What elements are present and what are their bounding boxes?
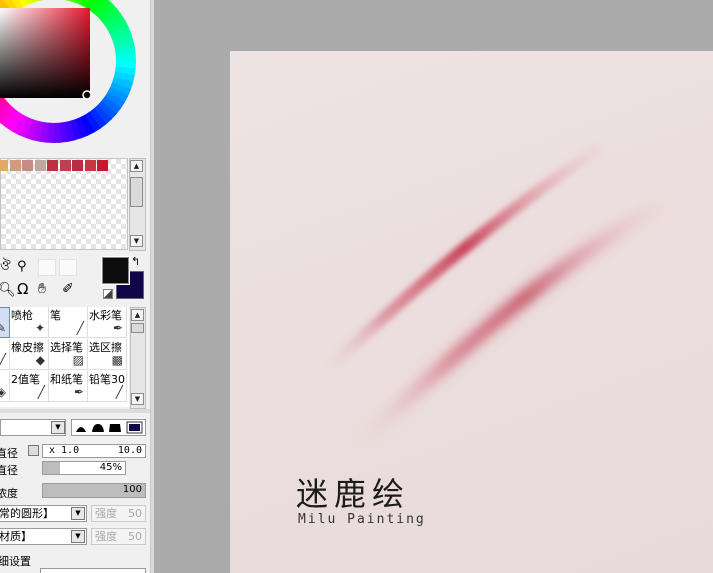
shape-strength-field: 强度 50 (91, 505, 146, 522)
palette-swatch[interactable] (59, 160, 71, 171)
min-size-label: 直径 (0, 464, 18, 477)
tool-preset-icon: ✒ (112, 321, 123, 335)
scroll-up-icon[interactable]: ▲ (131, 309, 144, 321)
canvas-subtitle: Milu Painting (298, 512, 426, 527)
tool-preset[interactable]: 和纸笔 ✒ (49, 371, 88, 402)
tool-scroll-thumb[interactable] (131, 323, 144, 333)
size-multiplier: x 1.0 (49, 445, 80, 456)
size-value: 10.0 (117, 445, 142, 456)
brush-stroke (343, 199, 667, 458)
tool-preset-label: 2值笔 (11, 373, 40, 386)
palette-swatch[interactable] (0, 160, 8, 171)
panel-splitter[interactable] (0, 409, 150, 413)
empty-tool-slot[interactable] (59, 259, 77, 276)
palette-swatch[interactable] (34, 160, 46, 171)
scroll-down-icon[interactable]: ▼ (131, 393, 144, 405)
chevron-down-icon[interactable]: ▼ (51, 421, 65, 434)
chevron-down-icon[interactable]: ▼ (71, 507, 85, 520)
empty-tool-slot[interactable] (38, 259, 56, 276)
tool-preset[interactable]: 选区擦 ▩ (88, 339, 127, 370)
drawing-canvas[interactable]: 迷鹿绘 Milu Painting (230, 51, 713, 573)
shape-strength-label: 强度 (95, 507, 117, 520)
shape-strength-value: 50 (128, 507, 142, 520)
tool-panel: ▲ ▼ ঔ ⚲ 🔍︎ Ω ✋︎ ✐ ↰ ✎喷枪✦笔╱水彩笔✒笔╱橡皮擦◆选择笔▨… (0, 0, 150, 573)
color-wheel[interactable] (0, 0, 142, 144)
tool-preset[interactable]: 笔╱ (0, 339, 10, 370)
swatch-palette[interactable] (0, 158, 128, 250)
texture-strength-value: 50 (128, 530, 142, 543)
brush-size-field[interactable]: x 1.0 10.0 (42, 444, 146, 458)
tool-preset-icon: ╱ (37, 385, 45, 399)
min-size-slider[interactable]: 45% (42, 461, 126, 475)
palette-swatch[interactable] (97, 160, 108, 171)
tool-preset-icon: ▩ (111, 353, 123, 367)
tool-preset[interactable]: 水彩笔 ✒ (88, 307, 127, 338)
min-size-value: 45% (99, 462, 122, 473)
lasso-icon[interactable]: ঔ (0, 259, 14, 275)
tool-preset[interactable]: 铅笔30 ╱ (88, 371, 127, 402)
min-size-fill (43, 462, 60, 474)
density-label: 浓度 (0, 487, 18, 500)
tool-preset-icon: ✎ (0, 322, 6, 334)
size-lock-checkbox[interactable] (28, 445, 39, 456)
tool-preset-icon: ✦ (34, 321, 45, 335)
hand-icon[interactable]: ✋︎ (38, 281, 46, 297)
foreground-color-swatch[interactable] (101, 256, 130, 285)
tool-preset-icon: ✒ (73, 385, 84, 399)
tool-preset[interactable]: 选择笔 ▨ (49, 339, 88, 370)
scroll-up-icon[interactable]: ▲ (130, 160, 143, 172)
palette-swatch[interactable] (84, 160, 96, 171)
tool-preset[interactable]: ✎ (0, 307, 10, 338)
tool-preset-icon: ╱ (76, 321, 84, 335)
brush-texture-value: 材质】 (0, 530, 32, 543)
magic-wand-icon[interactable]: ⚲ (17, 259, 35, 275)
palette-swatch[interactable] (47, 160, 58, 171)
brush-tip-selector[interactable] (71, 419, 146, 436)
tool-preset[interactable]: 笔╱ (49, 307, 88, 338)
texture-strength-field: 强度 50 (91, 528, 146, 545)
swap-arrows-icon[interactable]: ↰ (131, 256, 140, 268)
rotate-icon[interactable]: Ω (17, 281, 28, 297)
density-value: 100 (122, 484, 142, 495)
palette-swatch[interactable] (22, 160, 33, 171)
palette-swatch[interactable] (72, 160, 83, 171)
tool-preset[interactable]: 喷枪 ✦ (10, 307, 49, 338)
tool-grid: ✎喷枪✦笔╱水彩笔✒笔╱橡皮擦◆选择笔▨选区擦▩桶◈2值笔╱和纸笔✒铅笔30╱ (0, 307, 129, 407)
detail-settings-label[interactable]: 细设置 (0, 553, 31, 569)
scroll-down-icon[interactable]: ▼ (130, 235, 143, 247)
tool-preset-icon: ◆ (35, 353, 45, 367)
tool-preset[interactable]: 橡皮擦 ◆ (10, 339, 49, 370)
reset-colors-icon[interactable] (103, 289, 113, 299)
palette-swatch[interactable] (9, 160, 21, 171)
brush-stroke (314, 145, 601, 382)
brush-shape-value: 常的圆形】 (0, 507, 54, 520)
detail-settings-box[interactable] (40, 568, 146, 573)
tool-preset-icon: ▨ (72, 353, 84, 367)
panel-divider[interactable] (150, 0, 154, 573)
tool-preset[interactable]: 2值笔 ╱ (10, 371, 49, 402)
tool-preset-label: 喷枪 (11, 309, 33, 322)
tool-preset-icon: ◈ (0, 386, 6, 398)
texture-strength-label: 强度 (95, 530, 117, 543)
tool-preset-label: 笔 (50, 309, 61, 322)
chevron-down-icon[interactable]: ▼ (71, 530, 85, 543)
tool-preset[interactable]: 桶◈ (0, 371, 10, 402)
canvas-title: 迷鹿绘 (296, 475, 411, 513)
zoom-icon[interactable]: 🔍︎ (0, 282, 16, 298)
color-picker-marker[interactable] (82, 90, 92, 100)
eyedropper-icon[interactable]: ✐ (62, 281, 74, 297)
tool-preset-icon: ╱ (115, 385, 123, 399)
tool-preset-icon: ╱ (0, 354, 6, 366)
density-slider[interactable]: 100 (42, 483, 146, 498)
brush-tip-shapes-icon (76, 421, 143, 434)
brush-size-label: 直径 (0, 447, 18, 460)
palette-scroll-thumb[interactable] (130, 177, 143, 207)
